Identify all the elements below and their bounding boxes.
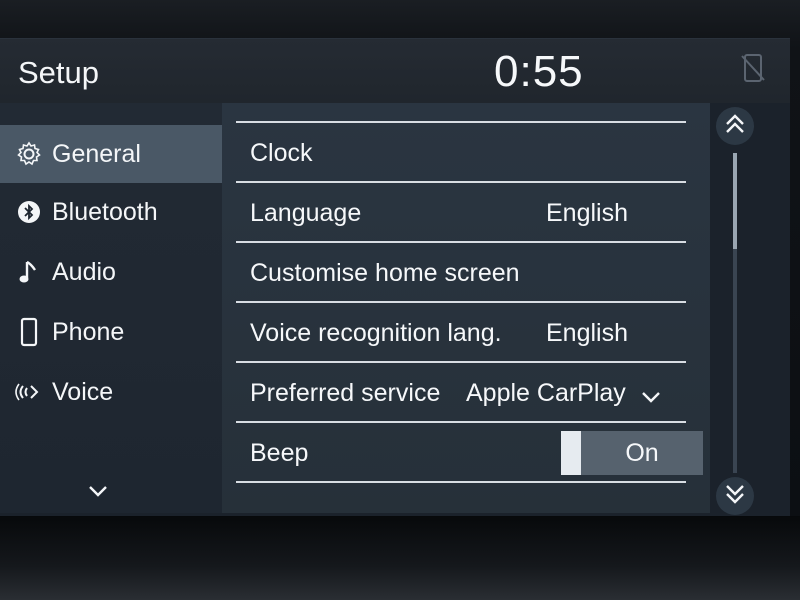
chevron-down-icon[interactable] — [86, 481, 110, 501]
setting-row-clock[interactable]: Clock — [236, 125, 686, 183]
scrollbar-track[interactable] — [733, 153, 737, 473]
sidebar-item-bluetooth[interactable]: Bluetooth — [0, 183, 222, 241]
page-title: Setup — [18, 55, 100, 90]
setting-label: Preferred service — [250, 379, 441, 407]
bluetooth-icon — [14, 197, 44, 227]
sidebar-item-label: Phone — [52, 317, 125, 346]
display-bezel — [0, 516, 800, 600]
setting-value: English — [546, 199, 628, 227]
scroll-column — [710, 103, 790, 515]
beep-toggle[interactable]: On — [561, 431, 703, 475]
setting-row-beep[interactable]: Beep On — [236, 425, 703, 483]
double-chevron-up-icon — [723, 112, 747, 141]
double-chevron-down-icon — [723, 482, 747, 511]
sidebar: General Bluetooth Audio Phone Voice — [0, 103, 230, 513]
setting-label: Beep — [250, 439, 309, 467]
setting-row-customise-home[interactable]: Customise home screen — [236, 245, 686, 303]
display-frame: Setup 0:55 General Bluetooth Audio Phone… — [0, 0, 800, 600]
music-note-icon — [14, 257, 44, 287]
sidebar-item-label: Audio — [52, 257, 116, 286]
settings-list: Clock Language English Customise home sc… — [222, 103, 710, 513]
sidebar-item-label: Voice — [52, 377, 114, 406]
header-bar: Setup 0:55 — [0, 39, 790, 103]
gear-icon — [14, 139, 44, 169]
setting-row-voice-recognition-lang[interactable]: Voice recognition lang. English — [236, 305, 686, 363]
setup-screen: Setup 0:55 General Bluetooth Audio Phone… — [0, 38, 790, 517]
chevron-down-icon — [640, 383, 662, 412]
phone-disconnected-icon — [740, 53, 766, 83]
toggle-indicator — [561, 431, 581, 475]
scrollbar-thumb[interactable] — [733, 153, 737, 249]
setting-row-language[interactable]: Language English — [236, 185, 686, 243]
setting-label: Customise home screen — [250, 259, 520, 287]
setting-label: Voice recognition lang. — [250, 319, 502, 347]
setting-label: Clock — [250, 139, 313, 167]
voice-icon — [14, 377, 44, 407]
setting-label: Language — [250, 199, 362, 227]
scroll-down-button[interactable] — [716, 477, 754, 515]
phone-icon — [14, 317, 44, 347]
setting-row-preferred-service[interactable]: Preferred service Apple CarPlay — [236, 365, 686, 423]
sidebar-item-audio[interactable]: Audio — [0, 243, 222, 301]
setting-value: Apple CarPlay — [466, 379, 626, 407]
sidebar-item-phone[interactable]: Phone — [0, 303, 222, 361]
clock-display: 0:55 — [494, 47, 584, 96]
sidebar-item-voice[interactable]: Voice — [0, 363, 222, 421]
sidebar-item-general[interactable]: General — [0, 125, 230, 183]
sidebar-item-label: Bluetooth — [52, 197, 158, 226]
list-divider — [236, 121, 686, 123]
setting-value: English — [546, 319, 628, 347]
scroll-up-button[interactable] — [716, 107, 754, 145]
sidebar-item-label: General — [52, 139, 141, 168]
toggle-state-label: On — [625, 439, 659, 467]
